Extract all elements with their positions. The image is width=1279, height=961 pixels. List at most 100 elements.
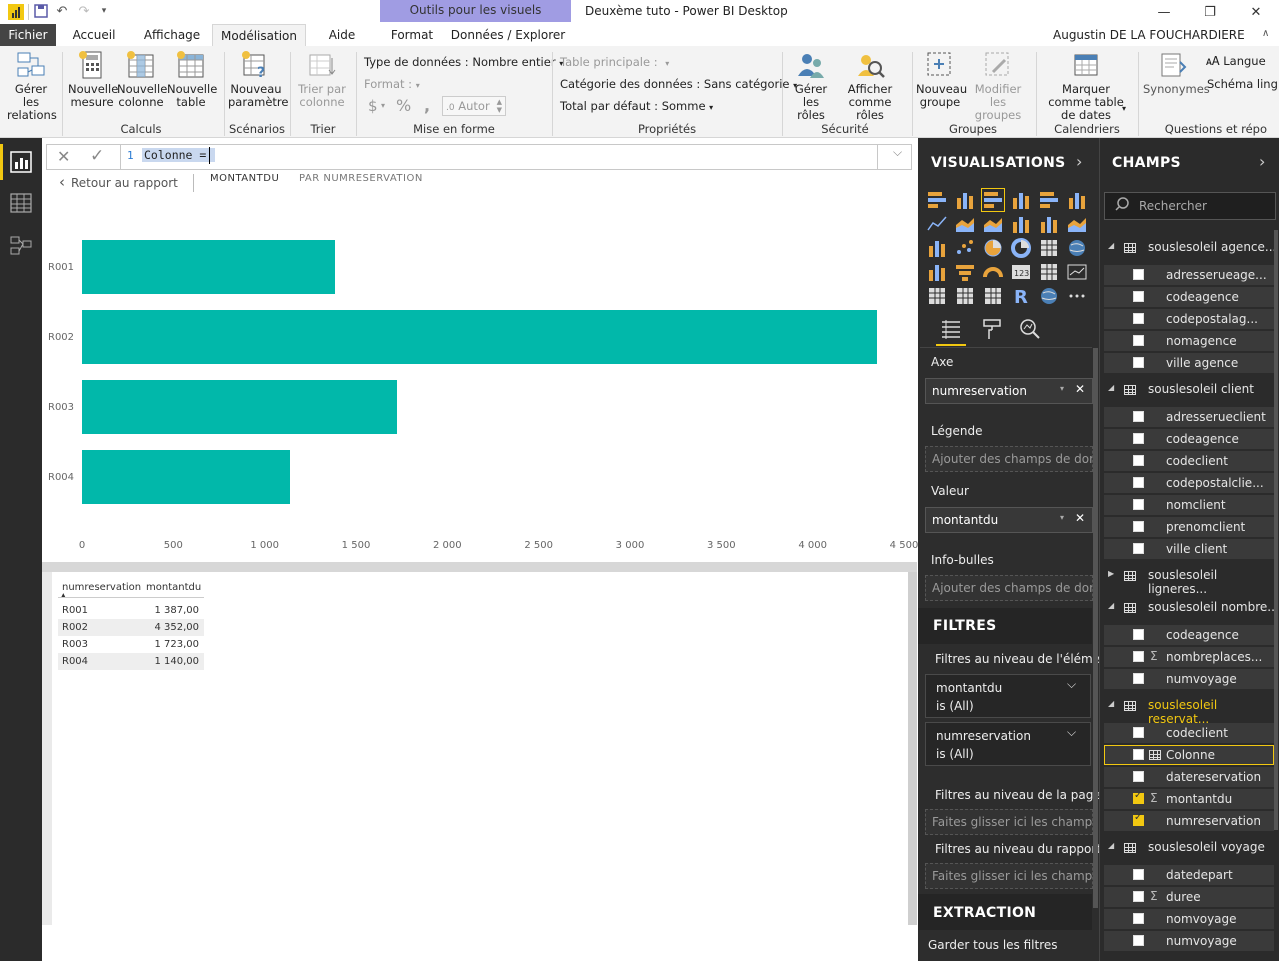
chart-bar[interactable] [82, 450, 290, 504]
currency-button[interactable]: $ [368, 97, 378, 115]
user-name[interactable]: Augustin DE LA FOUCHARDIERE [1053, 28, 1245, 42]
fields-pane-scrollbar[interactable] [1274, 230, 1278, 830]
tab-fichier[interactable]: Fichier [0, 24, 56, 46]
ribbon-chart-icon[interactable] [1066, 213, 1088, 235]
sort-by-column-button[interactable]: Trier par colonne [294, 50, 350, 109]
formula-text[interactable]: Colonne = [142, 148, 216, 162]
field-checkbox[interactable] [1133, 411, 1144, 422]
r-script-chart-icon[interactable]: R [1010, 285, 1032, 308]
field-checkbox[interactable] [1133, 521, 1144, 532]
chart-bar[interactable] [82, 380, 397, 434]
field-checkbox[interactable] [1133, 477, 1144, 488]
area-chart-icon[interactable] [954, 213, 976, 235]
chevron-down-icon[interactable]: ⌵ [1067, 677, 1076, 692]
tab-aide[interactable]: Aide [318, 24, 366, 46]
column-header-numreservation[interactable]: numreservation [62, 579, 141, 596]
mark-as-date-table-button[interactable]: Marquer comme table de dates [1040, 50, 1132, 122]
data-view-icon[interactable] [10, 192, 32, 214]
report-filters-well[interactable]: Faites glisser ici les champs... [925, 863, 1093, 889]
chevron-down-icon[interactable]: ▾ [1060, 513, 1064, 522]
redo-icon[interactable]: ↷ [76, 3, 92, 19]
chart-bar[interactable] [82, 240, 335, 294]
arcgis-chart-icon[interactable] [1038, 285, 1060, 307]
stacked-area-chart-icon[interactable] [982, 213, 1004, 235]
linguistic-schema-button[interactable]: Schéma ling [1207, 77, 1278, 91]
tab-modelisation[interactable]: Modélisation [212, 24, 306, 46]
line-clustered-chart-icon[interactable] [1038, 213, 1060, 235]
remove-field-icon[interactable]: ✕ [1075, 511, 1085, 525]
expand-chevron-icon[interactable]: ◢ [1108, 241, 1114, 250]
comma-button[interactable]: , [424, 96, 430, 115]
kpi-chart-icon[interactable] [1066, 261, 1088, 283]
commit-formula-icon[interactable]: ✓ [90, 146, 104, 166]
100-column-chart-icon[interactable] [1066, 189, 1088, 211]
edit-groups-button[interactable]: Modifier les groupes [966, 50, 1030, 122]
pie-chart-icon[interactable] [982, 237, 1004, 259]
field-checkbox[interactable] [1133, 543, 1144, 554]
currency-dropdown-icon[interactable]: ▾ [381, 101, 385, 110]
column-header-montantdu[interactable]: montantdu [146, 579, 201, 596]
treemap-chart-icon[interactable] [1038, 237, 1060, 259]
model-view-icon[interactable] [10, 234, 32, 256]
datatype-dropdown[interactable]: Type de données : Nombre entier ▾ [364, 55, 563, 69]
field-checkbox[interactable] [1133, 357, 1144, 368]
expand-chevron-icon[interactable]: ▶ [1108, 569, 1114, 578]
keep-all-filters-label[interactable]: Garder tous les filtres [928, 938, 1058, 952]
axis-well[interactable]: numreservation [925, 378, 1093, 404]
page-filters-well[interactable]: Faites glisser ici les champs... [925, 809, 1093, 835]
clustered-column-chart-icon[interactable] [1010, 189, 1032, 211]
collapse-fields-icon[interactable]: › [1259, 152, 1265, 171]
spinner-icon[interactable]: ▲ ▼ [497, 98, 502, 114]
multirow-card-chart-icon[interactable] [1038, 261, 1060, 283]
line-chart-icon[interactable] [926, 213, 948, 235]
field-checkbox[interactable] [1133, 869, 1144, 880]
field-checkbox[interactable] [1133, 313, 1144, 324]
expand-chevron-icon[interactable]: ◢ [1108, 841, 1114, 850]
field-checkbox[interactable] [1133, 499, 1144, 510]
field-checkbox[interactable] [1133, 673, 1144, 684]
decimal-places-input[interactable]: .0 Autor ▲ ▼ [442, 96, 506, 116]
donut-chart-icon[interactable] [1010, 237, 1032, 259]
manage-relations-button[interactable]: Gérer les relations [4, 50, 58, 122]
field-checkbox[interactable] [1133, 651, 1144, 662]
legend-well[interactable]: Ajouter des champs de don... [925, 446, 1093, 472]
stacked-column-chart-icon[interactable] [954, 189, 976, 211]
field-checkbox[interactable] [1133, 771, 1144, 782]
format-tab-icon[interactable] [981, 318, 1003, 343]
field-checkbox[interactable] [1133, 335, 1144, 346]
field-checkbox[interactable] [1133, 913, 1144, 924]
split-divider[interactable] [42, 562, 917, 572]
field-checkbox[interactable] [1133, 891, 1144, 902]
synonyms-button[interactable]: Synonymes [1142, 50, 1210, 96]
slicer-chart-icon[interactable] [926, 285, 948, 307]
scatter-chart-icon[interactable] [954, 237, 976, 259]
expand-chevron-icon[interactable]: ◢ [1108, 699, 1114, 708]
new-table-button[interactable]: Nouvelle table [166, 50, 217, 109]
more-chart-icon[interactable] [1066, 285, 1088, 307]
manage-roles-button[interactable]: Gérer les rôles [786, 50, 836, 122]
view-as-roles-button[interactable]: Afficher comme rôles [836, 50, 904, 122]
remove-field-icon[interactable]: ✕ [1075, 382, 1085, 396]
ribbon-collapse-icon[interactable]: ∧ [1262, 28, 1269, 39]
tab-accueil[interactable]: Accueil [66, 24, 122, 46]
field-checkbox[interactable] [1133, 433, 1144, 444]
tab-donnees-explorer[interactable]: Données / Explorer [450, 24, 566, 46]
field-checkbox[interactable] [1133, 629, 1144, 640]
undo-icon[interactable]: ↶ [54, 3, 70, 19]
expand-formula-icon[interactable]: ⌵ [893, 145, 902, 160]
chevron-down-icon[interactable]: ⌵ [1067, 725, 1076, 740]
viz-pane-scrollbar[interactable] [1093, 348, 1098, 908]
tooltips-well[interactable]: Ajouter des champs de don... [925, 575, 1093, 601]
percent-button[interactable]: % [396, 96, 411, 115]
clustered-bar-chart-icon[interactable] [981, 188, 1005, 212]
fields-tab-icon[interactable] [940, 318, 962, 343]
table-chart-icon[interactable] [954, 285, 976, 307]
tab-affichage[interactable]: Affichage [136, 24, 208, 46]
analytics-tab-icon[interactable] [1019, 318, 1041, 343]
matrix-chart-icon[interactable] [982, 285, 1004, 307]
new-column-button[interactable]: Nouvelle colonne [116, 50, 167, 109]
canvas-scrollbar[interactable] [908, 572, 917, 925]
tab-format[interactable]: Format [382, 24, 442, 46]
collapse-viz-icon[interactable]: › [1076, 152, 1082, 171]
map-chart-icon[interactable] [1066, 237, 1088, 259]
